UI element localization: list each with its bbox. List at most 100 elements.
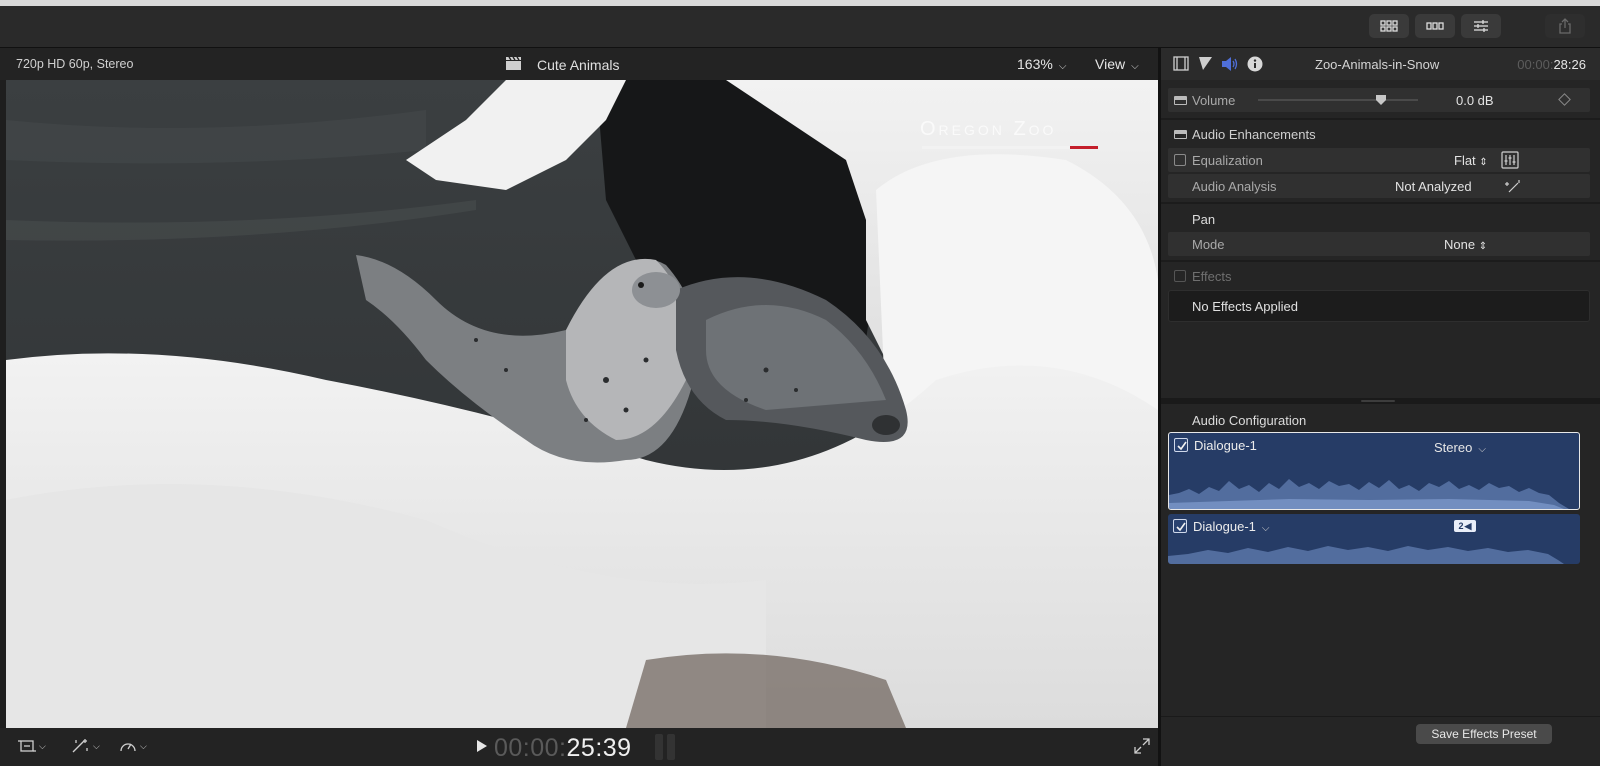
- component-checkbox[interactable]: [1173, 519, 1187, 533]
- clip-duration: 00:00:28:26: [1517, 57, 1586, 72]
- audio-enhancements-label: Audio Enhancements: [1192, 127, 1316, 142]
- watermark-accent: [1070, 146, 1098, 149]
- component-name-text: Dialogue-1: [1193, 519, 1256, 534]
- enhance-tool-menu[interactable]: ⌵: [70, 738, 100, 754]
- meter-right: [667, 734, 675, 760]
- timecode-leading: 00:00:: [494, 734, 567, 762]
- save-effects-preset-button[interactable]: Save Effects Preset: [1416, 724, 1552, 744]
- effects-header: Effects: [1168, 264, 1590, 288]
- inspector-header: Zoo-Animals-in-Snow 00:00:28:26: [1161, 48, 1600, 80]
- zoom-menu[interactable]: 163% ⌵: [1017, 56, 1066, 72]
- volume-slider-knob[interactable]: [1376, 95, 1386, 105]
- pan-label: Pan: [1192, 212, 1216, 227]
- role-name: Dialogue-1: [1194, 438, 1257, 453]
- effects-label: Effects: [1192, 269, 1232, 284]
- view-menu[interactable]: View ⌵: [1095, 56, 1139, 72]
- audio-analysis-value: Not Analyzed: [1395, 179, 1472, 194]
- updown-chevron-icon: ⇕: [1479, 157, 1488, 168]
- audio-meters-mini[interactable]: [655, 734, 677, 760]
- play-icon[interactable]: [476, 739, 488, 753]
- fullscreen-icon[interactable]: [1134, 738, 1150, 754]
- transform-tool-menu[interactable]: ⌵: [18, 738, 46, 754]
- resize-handle[interactable]: [1161, 398, 1600, 404]
- audio-component-card[interactable]: Dialogue-1 ⌵ 2 ◀: [1168, 514, 1580, 564]
- viewer-footer: ⌵ ⌵ ⌵ 00:00:25:39: [0, 728, 1158, 766]
- inspector-footer: Save Effects Preset: [1161, 716, 1600, 766]
- zoom-value: 163%: [1017, 56, 1053, 72]
- viewer-header: 720p HD 60p, Stereo Cute Animals 163% ⌵ V…: [0, 48, 1158, 80]
- share-icon: [1559, 18, 1571, 34]
- clip-name: Zoo-Animals-in-Snow: [1315, 57, 1440, 72]
- volume-slider[interactable]: [1258, 99, 1418, 101]
- audio-configuration-label: Audio Configuration: [1192, 413, 1307, 428]
- audio-analysis-label: Audio Analysis: [1192, 179, 1277, 194]
- timeline-button[interactable]: [1415, 14, 1455, 38]
- chevron-down-icon: ⌵: [140, 740, 147, 751]
- audio-inspector-icon[interactable]: [1221, 56, 1239, 72]
- inspector-button[interactable]: [1461, 14, 1501, 38]
- effects-checkbox[interactable]: [1174, 270, 1186, 282]
- volume-label: Volume: [1192, 93, 1236, 108]
- volume-value[interactable]: 0.0 dB: [1456, 93, 1494, 108]
- audio-inspector: Zoo-Animals-in-Snow 00:00:28:26 Volume 0…: [1161, 48, 1600, 766]
- duration-value: 28:26: [1553, 57, 1586, 72]
- role-checkbox[interactable]: [1174, 438, 1188, 452]
- viewer-format-label: 720p HD 60p, Stereo: [16, 57, 134, 71]
- view-label: View: [1095, 56, 1126, 72]
- channel-count: 2: [1458, 521, 1464, 531]
- audio-waveform: [1169, 479, 1569, 509]
- equalization-label: Equalization: [1192, 153, 1263, 168]
- pan-mode-row: Mode None ⇕: [1168, 232, 1590, 256]
- retime-menu[interactable]: ⌵: [119, 738, 147, 754]
- collapse-section-icon[interactable]: [1174, 130, 1187, 139]
- clapboard-icon: [506, 56, 521, 70]
- duration-leading: 00:00:: [1517, 57, 1554, 72]
- pan-mode-label: Mode: [1192, 237, 1225, 252]
- collapse-section-icon[interactable]: [1174, 96, 1187, 105]
- component-name[interactable]: Dialogue-1 ⌵: [1193, 519, 1269, 534]
- checkmark-icon: [1176, 522, 1186, 532]
- share-button[interactable]: [1545, 14, 1585, 38]
- timeline-icon: [1426, 22, 1444, 30]
- magic-wand-icon[interactable]: [1504, 179, 1522, 193]
- audio-analysis-row: Audio Analysis Not Analyzed: [1168, 174, 1590, 198]
- chevron-down-icon: ⌵: [1261, 523, 1270, 534]
- chevron-down-icon: ⌵: [1478, 444, 1486, 455]
- chevron-down-icon: ⌵: [1131, 61, 1139, 72]
- color-inspector-icon[interactable]: [1198, 56, 1213, 71]
- chevron-down-icon: ⌵: [1058, 61, 1067, 72]
- section-separator: [1161, 260, 1600, 262]
- no-effects-text: No Effects Applied: [1192, 299, 1298, 314]
- inspector-sliders-icon: [1474, 20, 1488, 32]
- equalization-row: Equalization Flat ⇕: [1168, 148, 1590, 172]
- watermark-logo: Oregon Zoo: [920, 118, 1057, 140]
- audio-role-card[interactable]: Dialogue-1 Stereo ⌵: [1168, 432, 1580, 510]
- pan-mode-select[interactable]: None ⇕: [1444, 237, 1487, 252]
- speedometer-icon: [120, 743, 136, 752]
- equalization-checkbox[interactable]: [1174, 154, 1186, 166]
- browser-grid-button[interactable]: [1369, 14, 1409, 38]
- section-separator: [1161, 202, 1600, 204]
- main-toolbar: [0, 6, 1600, 48]
- checkmark-icon: [1177, 441, 1187, 451]
- channel-mode-select[interactable]: Stereo ⌵: [1434, 440, 1486, 455]
- video-inspector-icon[interactable]: [1173, 56, 1189, 71]
- effects-well: No Effects Applied: [1168, 290, 1590, 322]
- equalization-preset-select[interactable]: Flat ⇕: [1454, 153, 1488, 168]
- section-separator: [1161, 118, 1600, 120]
- audio-enhancements-header: Audio Enhancements: [1168, 122, 1590, 146]
- chevron-down-icon: ⌵: [39, 740, 46, 751]
- browser-grid-icon: [1380, 20, 1398, 32]
- project-title: Cute Animals: [537, 57, 620, 73]
- equalizer-icon[interactable]: [1501, 151, 1519, 169]
- audio-waveform: [1168, 546, 1564, 564]
- keyframe-diamond-icon[interactable]: [1558, 93, 1571, 106]
- video-preview[interactable]: Oregon Zoo: [6, 80, 1158, 728]
- updown-chevron-icon: ⇕: [1478, 241, 1488, 252]
- magic-wand-icon: [72, 739, 88, 753]
- info-inspector-icon[interactable]: [1247, 56, 1263, 72]
- pan-mode-value: None: [1444, 237, 1476, 252]
- video-frame-seals: [6, 80, 1158, 728]
- channel-count-badge: 2 ◀: [1454, 520, 1476, 532]
- timecode-value: 25:39: [566, 734, 632, 762]
